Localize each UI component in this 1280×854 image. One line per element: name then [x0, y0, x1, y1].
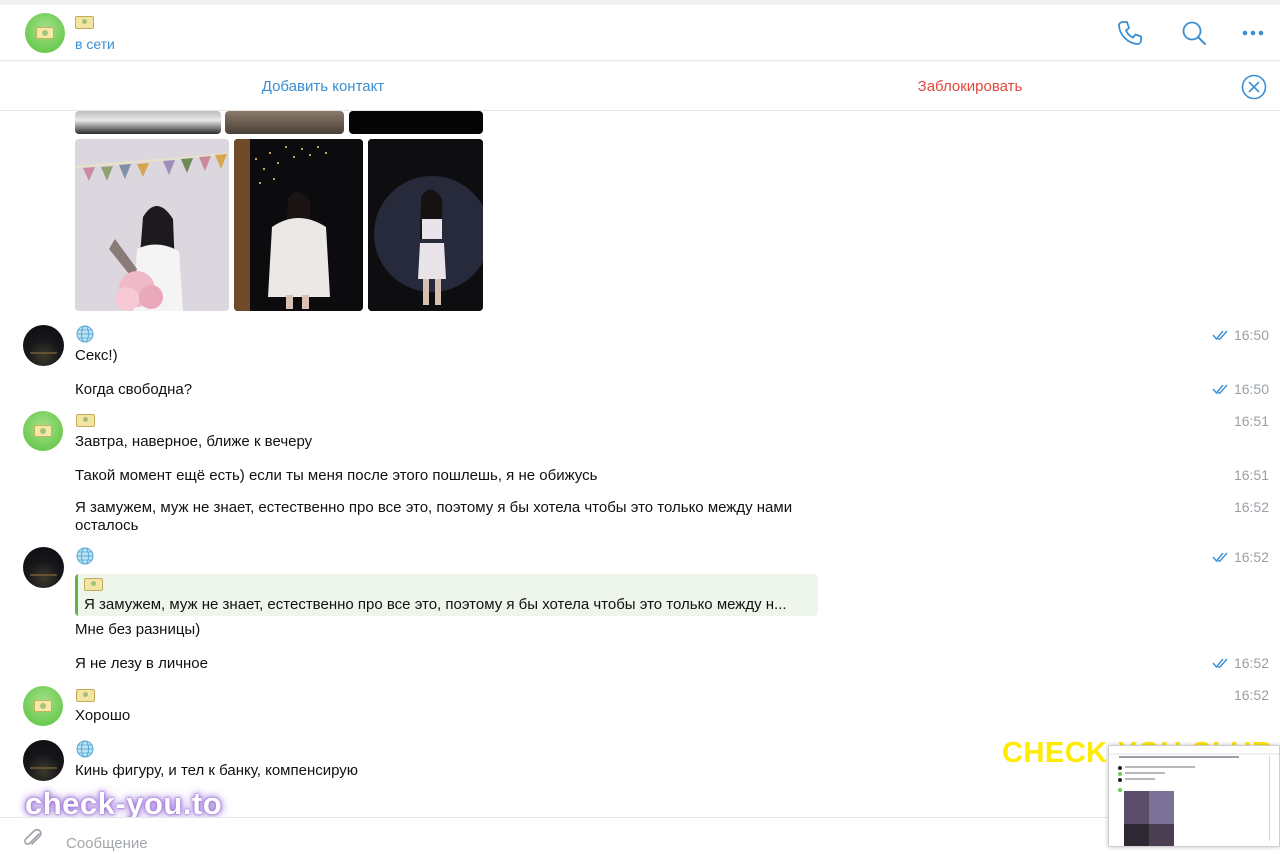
message-text: Секс!) — [75, 347, 118, 364]
message-input[interactable] — [66, 832, 966, 854]
peer-status: в сети — [75, 36, 115, 52]
money-emoji-icon — [76, 689, 95, 702]
message-composer — [0, 817, 1280, 854]
message-time: 16:51 — [1233, 467, 1269, 483]
globe-emoji-icon — [76, 547, 94, 565]
photo-thumbnail[interactable] — [368, 139, 483, 311]
add-contact-button[interactable]: Добавить контакт — [223, 78, 423, 95]
message-text: Я замужем, муж не знает, естественно про… — [75, 499, 793, 534]
message-time: 16:50 — [1233, 327, 1269, 343]
reply-text: Я замужем, муж не знает, естественно про… — [84, 596, 787, 613]
message-time: 16:52 — [1233, 549, 1269, 565]
chat-header: в сети — [0, 5, 1280, 61]
money-icon — [34, 425, 52, 437]
read-ticks-icon — [1212, 552, 1228, 563]
message-text: Мне без разницы) — [75, 621, 201, 638]
sender-avatar[interactable] — [23, 740, 64, 781]
message-text: Кинь фигуру, и тел к банку, компенсирую — [75, 762, 359, 779]
message-text: Такой момент ещё есть) если ты меня посл… — [75, 467, 598, 484]
sender-avatar[interactable] — [23, 686, 63, 726]
photo-thumbnail[interactable] — [225, 111, 344, 134]
screenshot-preview-thumbnail[interactable] — [1108, 745, 1280, 847]
reply-quote[interactable]: Я замужем, муж не знает, естественно про… — [75, 574, 818, 616]
globe-emoji-icon — [76, 740, 94, 758]
message-text: Завтра, наверное, ближе к вечеру — [75, 433, 313, 450]
read-ticks-icon — [1212, 384, 1228, 395]
message-text: Я не лезу в личное — [75, 655, 208, 672]
photo-image — [368, 139, 483, 311]
photo-thumbnail[interactable] — [349, 111, 483, 134]
money-emoji-icon — [84, 578, 103, 591]
block-button[interactable]: Заблокировать — [870, 78, 1070, 95]
sender-avatar[interactable] — [23, 411, 63, 451]
photo-image — [234, 139, 363, 311]
message-time: 16:51 — [1233, 413, 1269, 429]
globe-emoji-icon — [76, 325, 94, 343]
sender-avatar[interactable] — [23, 325, 64, 366]
message-text: Когда свободна? — [75, 381, 193, 398]
read-ticks-icon — [1212, 658, 1228, 669]
photo-image — [75, 139, 229, 311]
photo-thumbnail[interactable] — [75, 139, 229, 311]
search-icon[interactable] — [1179, 18, 1209, 48]
sender-avatar[interactable] — [23, 547, 64, 588]
message-time: 16:52 — [1233, 655, 1269, 671]
money-emoji-icon — [75, 16, 94, 29]
reply-bar — [75, 574, 78, 616]
money-icon — [36, 27, 54, 39]
preview-image — [1109, 746, 1279, 846]
peer-avatar[interactable] — [25, 13, 65, 53]
contact-action-bar: Добавить контакт Заблокировать — [0, 61, 1280, 111]
message-time: 16:52 — [1233, 687, 1269, 703]
more-icon[interactable] — [1239, 18, 1269, 48]
close-circle-icon[interactable] — [1241, 74, 1267, 100]
money-emoji-icon — [76, 414, 95, 427]
read-ticks-icon — [1212, 330, 1228, 341]
message-time: 16:52 — [1233, 499, 1269, 515]
photo-thumbnail[interactable] — [234, 139, 363, 311]
paperclip-icon[interactable] — [22, 828, 46, 850]
phone-icon[interactable] — [1115, 18, 1145, 48]
money-icon — [34, 700, 52, 712]
photo-thumbnail[interactable] — [75, 111, 221, 134]
message-time: 16:50 — [1233, 381, 1269, 397]
message-text: Хорошо — [75, 707, 131, 724]
